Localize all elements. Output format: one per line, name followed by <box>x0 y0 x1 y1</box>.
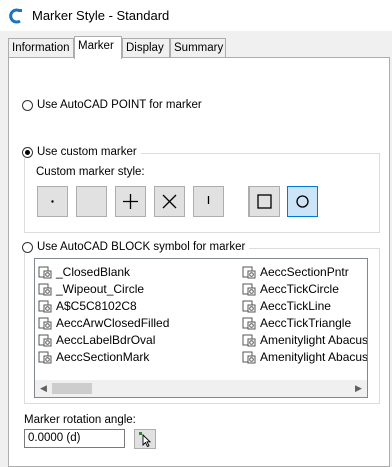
point-marker-radio[interactable]: Use AutoCAD POINT for marker <box>22 99 202 111</box>
marker-circle-button[interactable] <box>287 186 318 217</box>
block-icon <box>242 266 256 278</box>
radio-unchecked-icon <box>22 241 33 253</box>
block-marker-radio[interactable]: Use AutoCAD BLOCK symbol for marker <box>22 241 250 253</box>
block-icon <box>242 283 256 295</box>
marker-x-button[interactable] <box>154 186 185 217</box>
x-icon <box>162 194 177 209</box>
scroll-left-icon[interactable]: ◀ <box>35 380 52 397</box>
custom-marker-label: Use custom marker <box>37 146 137 158</box>
radio-checked-icon <box>22 146 33 158</box>
plus-icon <box>123 194 138 209</box>
list-item[interactable]: AeccTickCircle <box>242 280 339 297</box>
block-icon <box>38 317 52 329</box>
marker-square-button[interactable] <box>249 186 280 217</box>
tab-display[interactable]: Display <box>122 38 170 57</box>
list-item[interactable]: AeccSectionMark <box>38 348 149 365</box>
marker-tick-button[interactable] <box>193 186 224 217</box>
dot-icon <box>51 200 54 203</box>
window-title: Marker Style - Standard <box>32 8 170 23</box>
tab-label: Summary <box>174 42 224 54</box>
list-item[interactable]: Amenitylight Abacus <box>242 348 368 365</box>
point-marker-label: Use AutoCAD POINT for marker <box>37 99 202 111</box>
tab-label: Display <box>126 42 164 54</box>
pick-cursor-icon <box>139 432 152 448</box>
square-icon <box>257 194 272 209</box>
block-icon <box>242 334 256 346</box>
tab-label: Information <box>12 42 70 54</box>
block-marker-label: Use AutoCAD BLOCK symbol for marker <box>37 241 246 253</box>
list-item[interactable]: AeccTickTriangle <box>242 314 351 331</box>
list-item[interactable]: AeccLabelBdrOval <box>38 331 155 348</box>
custom-marker-radio[interactable]: Use custom marker <box>22 146 141 158</box>
scroll-thumb[interactable] <box>52 383 92 394</box>
block-name: Amenitylight Abacus <box>260 349 368 364</box>
tab-marker[interactable]: Marker <box>74 36 122 59</box>
block-name: A$C5C8102C8 <box>56 298 137 313</box>
vertical-tick-icon <box>207 196 210 204</box>
radio-unchecked-icon <box>22 99 33 111</box>
title-bar: Marker Style - Standard <box>0 0 392 31</box>
block-icon <box>242 317 256 329</box>
block-icon <box>38 351 52 363</box>
block-name: AeccTickCircle <box>260 281 339 296</box>
circle-icon <box>296 195 309 208</box>
block-name: Amenitylight Abacus <box>260 332 368 347</box>
block-icon <box>38 334 52 346</box>
block-name: AeccArwClosedFilled <box>56 315 170 330</box>
tab-label: Marker <box>78 40 114 52</box>
marker-plus-button[interactable] <box>115 186 146 217</box>
marker-none-button[interactable] <box>76 186 107 217</box>
block-name: AeccTickTriangle <box>260 315 352 330</box>
tab-information[interactable]: Information <box>8 38 74 57</box>
list-item[interactable]: AeccSectionPntr <box>242 263 349 280</box>
block-name: AeccSectionMark <box>56 349 150 364</box>
marker-dot-button[interactable] <box>37 186 68 217</box>
list-item[interactable]: A$C5C8102C8 <box>38 297 137 314</box>
pick-angle-button[interactable] <box>134 429 156 449</box>
horizontal-scrollbar[interactable]: ◀ ▶ <box>35 380 367 397</box>
app-logo-icon <box>9 8 22 24</box>
rotation-angle-input[interactable]: 0.0000 (d) <box>24 429 125 448</box>
list-item[interactable]: _Wipeout_Circle <box>38 280 144 297</box>
block-icon <box>38 300 52 312</box>
none-icon <box>77 187 106 216</box>
block-name: AeccTickLine <box>260 298 331 313</box>
list-item[interactable]: AeccTickLine <box>242 297 331 314</box>
block-icon <box>38 283 52 295</box>
block-list[interactable]: _ClosedBlank _Wipeout_Circle A$C5C8102C8… <box>34 258 368 398</box>
block-name: _Wipeout_Circle <box>56 281 145 296</box>
list-item[interactable]: Amenitylight Abacus <box>242 331 368 348</box>
scroll-right-icon[interactable]: ▶ <box>350 380 367 397</box>
block-name: AeccLabelBdrOval <box>56 332 156 347</box>
block-icon <box>38 266 52 278</box>
list-item[interactable]: AeccArwClosedFilled <box>38 314 169 331</box>
block-name: AeccSectionPntr <box>260 264 349 279</box>
list-item[interactable]: _ClosedBlank <box>38 263 130 280</box>
tab-summary[interactable]: Summary <box>170 38 226 57</box>
block-icon <box>242 300 256 312</box>
block-icon <box>242 351 256 363</box>
rotation-angle-label: Marker rotation angle: <box>24 414 136 426</box>
block-name: _ClosedBlank <box>56 264 131 279</box>
custom-style-label: Custom marker style: <box>36 166 145 178</box>
